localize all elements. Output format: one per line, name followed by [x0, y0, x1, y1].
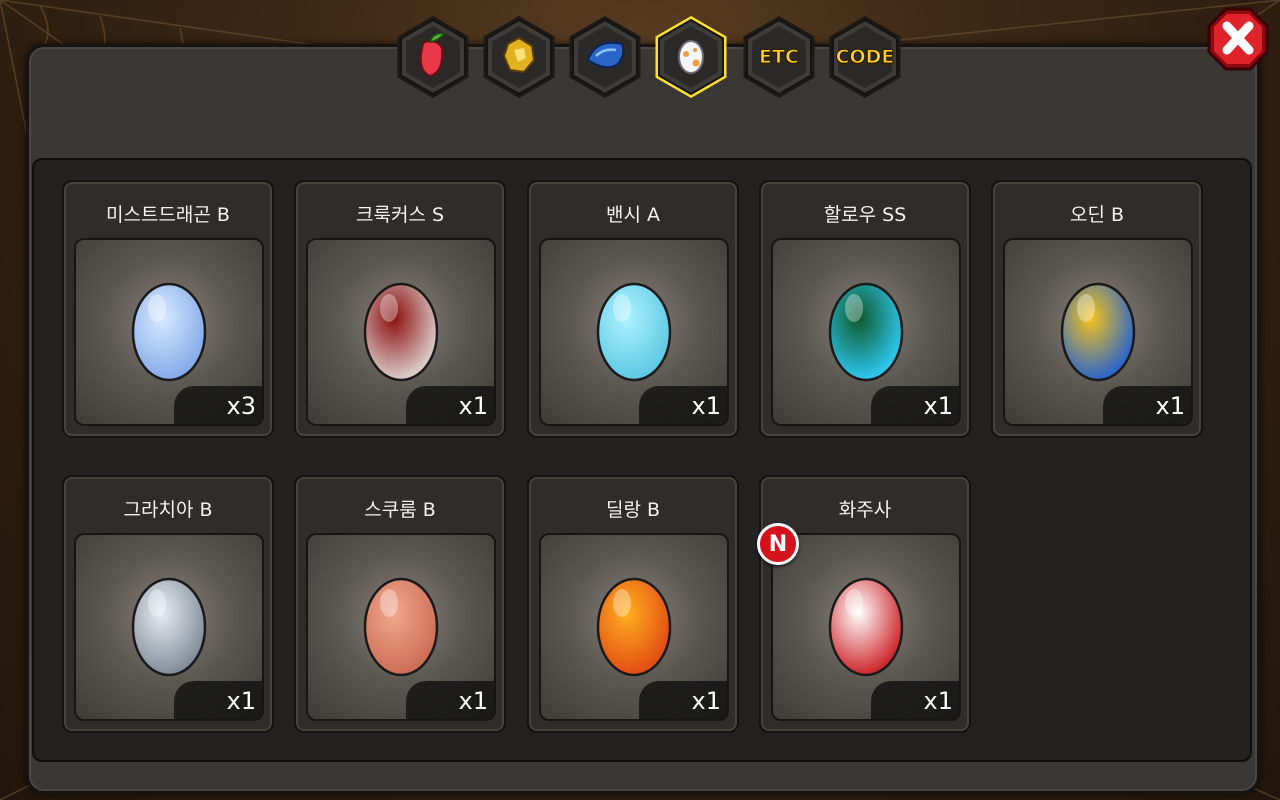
egg-name: 미스트드래곤 B: [106, 204, 230, 226]
tab-egg[interactable]: [652, 14, 730, 100]
tab-gold-ore[interactable]: [480, 14, 558, 100]
egg-icon: [596, 577, 672, 677]
tab-etc[interactable]: ETC: [740, 14, 818, 100]
egg-card[interactable]: 스쿠룸 B x1: [294, 475, 506, 733]
egg-frame: x1: [74, 533, 264, 721]
egg-count: x1: [1103, 386, 1191, 424]
egg-frame: x1: [771, 533, 961, 721]
egg-count: x3: [174, 386, 262, 424]
egg-name: 크룩커스 S: [355, 204, 445, 226]
egg-card[interactable]: 미스트드래곤 B x3: [62, 180, 274, 438]
egg-card[interactable]: 그라치아 B x1: [62, 475, 274, 733]
egg-card[interactable]: 화주사 x1 N: [757, 475, 971, 733]
egg-name: 그라치아 B: [123, 499, 213, 521]
egg-frame: x1: [539, 533, 729, 721]
egg-icon: [363, 577, 439, 677]
egg-card[interactable]: 오딘 B x1: [991, 180, 1203, 438]
egg-card[interactable]: 밴시 A x1: [527, 180, 739, 438]
egg-count: x1: [871, 386, 959, 424]
egg-icon: [131, 577, 207, 677]
egg-frame: x1: [1003, 238, 1193, 426]
egg-name: 화주사: [838, 499, 892, 521]
tab-fruit[interactable]: [394, 14, 472, 100]
egg-card[interactable]: 딜랑 B x1: [527, 475, 739, 733]
egg-name: 스쿠룸 B: [364, 499, 436, 521]
egg-name: 할로우 SS: [823, 204, 907, 226]
egg-card[interactable]: 크룩커스 S x1: [294, 180, 506, 438]
egg-icon: [131, 282, 207, 382]
egg-frame: x1: [306, 238, 496, 426]
egg-name: 딜랑 B: [605, 499, 661, 521]
tab-blue-shell[interactable]: [566, 14, 644, 100]
egg-icon: [828, 577, 904, 677]
new-badge: N: [757, 523, 799, 565]
egg-icon: [363, 282, 439, 382]
egg-name: 밴시 A: [606, 204, 660, 226]
egg-icon: [828, 282, 904, 382]
egg-name: 오딘 B: [1069, 204, 1125, 226]
egg-count: x1: [406, 386, 494, 424]
egg-card[interactable]: 할로우 SS x1: [759, 180, 971, 438]
egg-icon: [596, 282, 672, 382]
egg-frame: x3: [74, 238, 264, 426]
egg-frame: x1: [306, 533, 496, 721]
tab-code[interactable]: CODE: [826, 14, 904, 100]
egg-frame: x1: [771, 238, 961, 426]
egg-count: x1: [639, 386, 727, 424]
egg-count: x1: [639, 681, 727, 719]
egg-icon: [678, 40, 704, 74]
egg-count: x1: [871, 681, 959, 719]
close-icon[interactable]: [1206, 6, 1270, 72]
egg-frame: x1: [539, 238, 729, 426]
egg-count: x1: [406, 681, 494, 719]
egg-icon: [1060, 282, 1136, 382]
egg-count: x1: [174, 681, 262, 719]
